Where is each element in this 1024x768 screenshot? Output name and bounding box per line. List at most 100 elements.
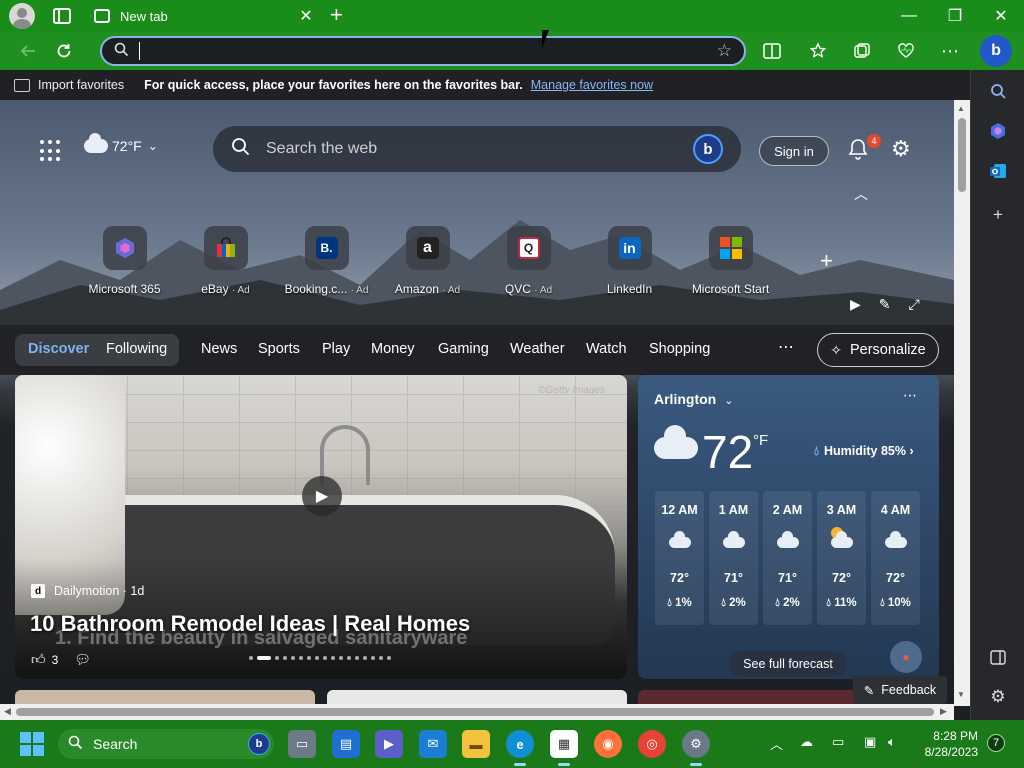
volume-icon[interactable]: 🔈︎ [888, 734, 896, 750]
microsoft-edge-icon[interactable]: e [506, 730, 534, 766]
expand-icon[interactable]: ⤢ [909, 296, 920, 313]
teams-chat-icon[interactable]: ▶ [375, 730, 403, 758]
show-hidden-icons-chevron-icon[interactable]: ︿ [770, 734, 783, 753]
more-categories-icon[interactable]: ⋯ [778, 337, 794, 357]
add-favorite-star-icon[interactable]: ☆ [717, 41, 732, 61]
hourly-forecast-item[interactable]: 4 AM 72° 💧︎ 10% [871, 491, 920, 625]
quick-link-linkedin[interactable]: in LinkedIn [579, 226, 680, 296]
onedrive-icon[interactable]: ☁ [800, 734, 813, 750]
sidebar-copilot-button[interactable] [985, 118, 1011, 144]
task-view-icon[interactable]: ▭ [288, 730, 316, 758]
hero-article-card[interactable]: ©Getty Images ▶ d Dailymotion · 1d 1. Fi… [15, 375, 627, 679]
tab-gaming[interactable]: Gaming [438, 341, 489, 357]
close-window-button[interactable]: ✕ [978, 0, 1024, 32]
back-button[interactable] [10, 35, 46, 67]
quick-link-microsoft-start[interactable]: Microsoft Start [680, 226, 781, 296]
notification-center-badge[interactable]: 7 [987, 734, 1005, 752]
chrome-icon[interactable]: ◎ [638, 730, 666, 758]
quick-link-qvc[interactable]: Q QVC · Ad [478, 226, 579, 296]
split-screen-button[interactable] [754, 35, 790, 67]
keyboard-layout-icon[interactable]: ▭ [832, 734, 844, 750]
profile-avatar-button[interactable] [9, 3, 35, 29]
app-launcher-button[interactable] [40, 140, 62, 162]
tab-new-tab[interactable]: New tab ✕ [84, 0, 324, 32]
personalize-button[interactable]: ✧ Personalize [817, 333, 939, 367]
vertical-scrollbar[interactable]: ▲ ▼ [954, 100, 970, 706]
weather-widget-button[interactable]: 72°F ⌄ [84, 133, 158, 154]
tab-actions-icon[interactable] [53, 8, 71, 24]
mail-icon[interactable]: ✉ [419, 730, 447, 758]
tab-news[interactable]: News [201, 341, 237, 357]
horizontal-scroll-thumb[interactable] [16, 708, 934, 716]
quick-link-ebay[interactable]: eBay · Ad [175, 226, 276, 296]
new-tab-button[interactable]: + [330, 4, 343, 26]
settings-and-more-button[interactable]: ⋯ [932, 35, 968, 67]
address-bar[interactable]: ☆ [100, 36, 746, 66]
hourly-forecast-item[interactable]: 1 AM 71° 💧︎ 2% [709, 491, 758, 625]
scroll-left-arrow-icon[interactable]: ◀ [4, 706, 11, 717]
manage-favorites-link[interactable]: Manage favorites now [531, 78, 653, 92]
sidebar-add-button[interactable]: + [985, 202, 1011, 228]
taskbar-search-box[interactable]: Search b [58, 729, 274, 759]
scroll-right-arrow-icon[interactable]: ▶ [940, 706, 947, 717]
page-settings-gear-icon[interactable]: ⚙ [891, 136, 911, 162]
hourly-forecast-item[interactable]: 3 AM 72° 💧︎ 11% [817, 491, 866, 625]
widgets-icon[interactable]: ▤ [332, 730, 360, 758]
thumbs-up-icon[interactable]: 👍︎ [31, 651, 46, 668]
minimize-button[interactable]: — [886, 0, 932, 32]
sign-in-button[interactable]: Sign in [759, 136, 829, 166]
feedback-button[interactable]: ✎ Feedback [853, 676, 947, 704]
hourly-forecast-item[interactable]: 2 AM 71° 💧︎ 2% [763, 491, 812, 625]
windows-start-button[interactable] [20, 732, 44, 756]
weather-more-options-icon[interactable]: ⋯ [903, 387, 917, 404]
comment-icon[interactable]: 💬︎ [74, 652, 91, 668]
web-search-input[interactable] [266, 140, 693, 158]
tab-following[interactable]: Following [106, 341, 167, 357]
tab-discover[interactable]: Discover [28, 341, 89, 357]
system-clock[interactable]: 8:28 PM 8/28/2023 [910, 728, 978, 760]
collections-button[interactable] [844, 35, 880, 67]
tab-shopping[interactable]: Shopping [649, 341, 710, 357]
sidebar-search-button[interactable] [985, 78, 1011, 104]
import-favorites-button[interactable]: Import favorites [14, 78, 124, 92]
add-quick-link-plus-icon[interactable]: + [820, 248, 833, 274]
chevron-up-icon[interactable]: ︿ [854, 184, 868, 204]
play-icon[interactable]: ▶ [850, 296, 861, 313]
sidebar-settings-button[interactable]: ⚙ [985, 684, 1011, 710]
web-search-box[interactable]: b [213, 126, 741, 172]
tab-close-icon[interactable]: ✕ [298, 6, 314, 26]
edit-background-icon[interactable]: ✎ [879, 296, 891, 313]
tab-money[interactable]: Money [371, 341, 415, 357]
settings-gear-icon[interactable]: ⚙ [682, 730, 710, 766]
humidity-link[interactable]: 💧︎ Humidity 85% › [814, 444, 914, 459]
sidebar-toggle-button[interactable] [985, 644, 1011, 670]
article-title[interactable]: 10 Bathroom Remodel Ideas | Real Homes [30, 611, 470, 637]
quick-link-booking[interactable]: B. Booking.c... · Ad [276, 226, 377, 296]
microsoft-store-icon[interactable]: ▦ [550, 730, 578, 766]
scroll-up-arrow-icon[interactable]: ▲ [957, 104, 965, 113]
copilot-button[interactable]: b [980, 35, 1012, 67]
tab-play[interactable]: Play [322, 341, 350, 357]
network-icon[interactable]: ▣ [864, 734, 876, 750]
tab-weather[interactable]: Weather [510, 341, 565, 357]
quick-link-microsoft-365[interactable]: Microsoft 365 [74, 226, 175, 296]
quick-link-amazon[interactable]: a Amazon · Ad [377, 226, 478, 296]
restore-button[interactable]: ❐ [932, 0, 978, 32]
weather-location-dropdown[interactable]: Arlington ⌄ [654, 391, 733, 407]
weather-map-icon[interactable]: ● [890, 641, 922, 673]
browser-essentials-button[interactable] [888, 35, 924, 67]
tab-watch[interactable]: Watch [586, 341, 627, 357]
address-input[interactable] [139, 42, 717, 60]
favorites-button[interactable] [800, 35, 836, 67]
refresh-button[interactable] [46, 35, 82, 67]
sidebar-outlook-button[interactable] [985, 158, 1011, 184]
video-play-button[interactable]: ▶ [302, 476, 342, 516]
vertical-scroll-thumb[interactable] [958, 118, 966, 192]
tab-sports[interactable]: Sports [258, 341, 300, 357]
see-full-forecast-button[interactable]: See full forecast [729, 651, 847, 677]
file-explorer-icon[interactable]: ▬ [462, 730, 490, 758]
notifications-bell-icon[interactable] [848, 138, 868, 166]
bing-chat-icon[interactable]: b [693, 134, 723, 164]
scroll-down-arrow-icon[interactable]: ▼ [957, 690, 965, 699]
firefox-icon[interactable]: ◉ [594, 730, 622, 758]
